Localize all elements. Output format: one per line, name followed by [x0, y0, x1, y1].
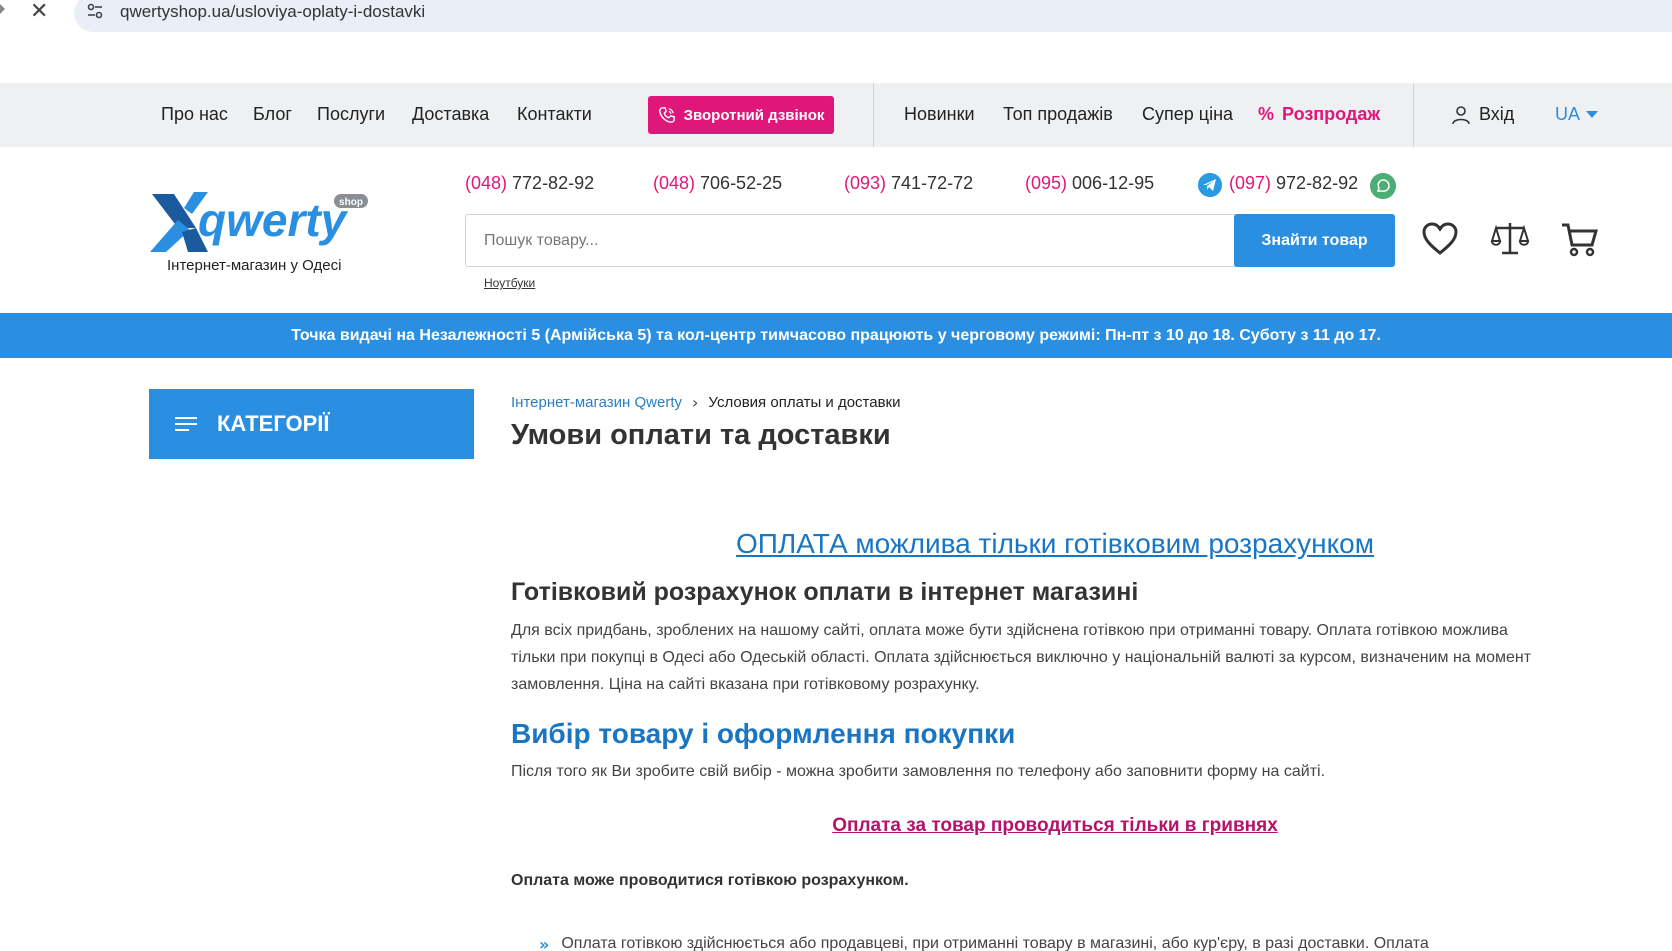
top-navigation: Про нас Блог Послуги Доставка Контакти З… [0, 83, 1672, 147]
percent-icon: % [1258, 104, 1275, 124]
nav-link-blog[interactable]: Блог [253, 104, 292, 125]
search-button[interactable]: Знайти товар [1234, 214, 1395, 267]
cash-heading: Готівковий розрахунок оплати в інтернет … [511, 578, 1139, 606]
url-text[interactable]: qwertyshop.ua/usloviya-oplaty-i-dostavki [120, 2, 425, 22]
browser-address-bar: ✕ qwertyshop.ua/usloviya-oplaty-i-dostav… [0, 0, 1672, 32]
language-label: UA [1555, 104, 1581, 124]
user-icon [1452, 105, 1470, 124]
sale-link[interactable]: % Розпродаж [1258, 104, 1380, 125]
info-banner: Точка видачі на Незалежності 5 (Армійськ… [0, 313, 1672, 358]
nav-link-about[interactable]: Про нас [161, 104, 228, 125]
logo-tagline: Інтернет-магазин у Одесі [167, 257, 342, 274]
chevron-down-icon [1586, 111, 1599, 118]
double-chevron-icon: » [539, 935, 550, 951]
choice-paragraph: Після того як Ви зробите свій вибір - мо… [511, 763, 1326, 780]
close-icon[interactable]: ✕ [30, 0, 48, 24]
menu-icon [175, 415, 199, 433]
paragraph-line: замовлення. Ціна на сайті вказана при го… [511, 676, 980, 693]
paragraph-line: тільки при покупці в Одесі або Одеській … [511, 649, 1532, 666]
list-item: » Оплата готівкою здійснюється або прода… [539, 935, 1429, 951]
back-caret-icon[interactable] [0, 4, 5, 14]
cash-paragraph: Для всіх придбань, зроблених на нашому с… [511, 617, 1601, 698]
logo-text: qwerty [198, 194, 349, 246]
login-link[interactable]: Вхід [1451, 104, 1514, 125]
phone-number[interactable]: (048) 772-82-92 [465, 173, 594, 194]
telegram-icon[interactable] [1198, 173, 1222, 197]
categories-label: КАТЕГОРІЇ [217, 411, 330, 436]
list-item-text: Оплата готівкою здійснюється або продавц… [561, 935, 1429, 951]
breadcrumb-current: Условия оплаты и доставки [708, 394, 901, 411]
phone-icon [658, 107, 675, 123]
categories-button[interactable]: КАТЕГОРІЇ [149, 389, 474, 459]
nav-link-top-sales[interactable]: Топ продажів [1003, 104, 1113, 125]
chevron-right-icon: › [692, 393, 699, 412]
nav-link-services[interactable]: Послуги [317, 104, 385, 125]
search-input[interactable] [465, 214, 1235, 267]
page-title: Умови оплати та доставки [511, 419, 891, 451]
paragraph-line: Для всіх придбань, зроблених на нашому с… [511, 622, 1508, 639]
site-settings-icon[interactable] [86, 2, 104, 20]
search-hint-link[interactable]: Ноутбуки [484, 276, 535, 290]
nav-divider [1413, 83, 1414, 147]
cash-note: Оплата може проводитися готівкою розраху… [511, 872, 909, 889]
heart-icon[interactable] [1420, 219, 1460, 259]
callback-label: Зворотний дзвінок [683, 106, 825, 124]
nav-link-new[interactable]: Новинки [904, 104, 975, 125]
phone-number[interactable]: (097) 972-82-92 [1229, 173, 1358, 194]
language-selector[interactable]: UA [1555, 104, 1599, 125]
breadcrumb-home-link[interactable]: Інтернет-магазин Qwerty [511, 394, 682, 411]
callback-button[interactable]: Зворотний дзвінок [648, 96, 834, 134]
compare-scales-icon[interactable] [1490, 219, 1530, 259]
cart-icon[interactable] [1560, 219, 1600, 259]
viber-icon[interactable] [1370, 173, 1396, 199]
choice-heading: Вибір товару і оформлення покупки [511, 718, 1016, 749]
sale-label: Розпродаж [1282, 104, 1381, 124]
phone-number[interactable]: (095) 006-12-95 [1025, 173, 1154, 194]
breadcrumb: Інтернет-магазин Qwerty › Условия оплаты… [511, 393, 901, 412]
nav-divider [873, 83, 874, 147]
payment-heading-link[interactable]: ОПЛАТА можлива тільки готівковим розраху… [511, 528, 1599, 560]
phone-number[interactable]: (093) 741-72-72 [844, 173, 973, 194]
uah-payment-link[interactable]: Оплата за товар проводиться тільки в гри… [511, 815, 1599, 837]
logo-badge: shop [339, 197, 363, 208]
phone-number[interactable]: (048) 706-52-25 [653, 173, 782, 194]
login-label: Вхід [1479, 104, 1515, 124]
nav-link-contacts[interactable]: Контакти [517, 104, 592, 125]
nav-link-delivery[interactable]: Доставка [412, 104, 489, 125]
nav-link-super-price[interactable]: Супер ціна [1142, 104, 1233, 125]
